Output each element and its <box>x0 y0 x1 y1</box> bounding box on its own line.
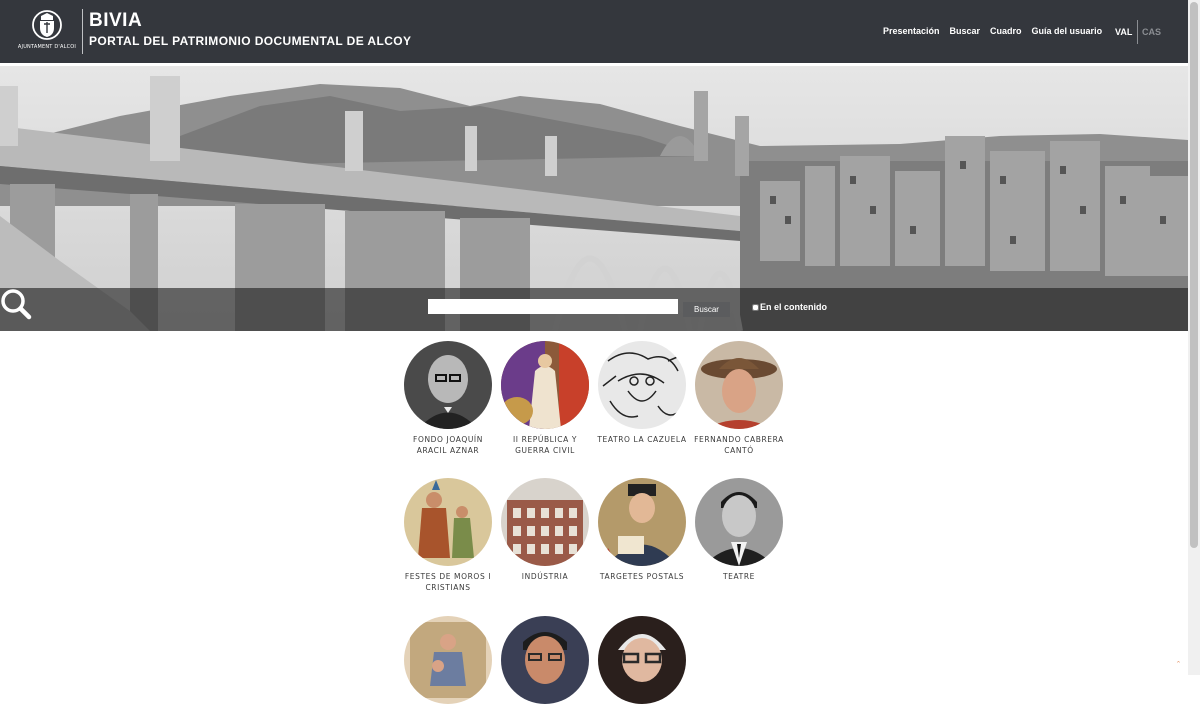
lang-val[interactable]: VAL <box>1115 20 1132 44</box>
main-nav: Presentación Buscar Cuadro Guía del usua… <box>883 26 1102 40</box>
collection-card[interactable]: FONDO JOAQUÍN ARACIL AZNAR <box>398 341 498 456</box>
header-divider <box>82 9 83 54</box>
portrait-man-glasses-icon <box>404 341 492 429</box>
festival-costume-icon <box>404 478 492 566</box>
collection-card[interactable] <box>495 616 595 709</box>
scrollbar-thumb[interactable] <box>1190 2 1198 548</box>
search-button[interactable]: Buscar <box>683 302 730 317</box>
search-input[interactable] <box>428 299 678 314</box>
theatre-drawing-icon <box>598 341 686 429</box>
collection-label: TARGETES POSTALS <box>599 572 685 581</box>
collection-card[interactable]: FESTES DE MOROS I CRISTIANS <box>398 478 498 593</box>
portrait-man-glasses-2-icon <box>501 616 589 704</box>
in-content-checkbox[interactable] <box>752 304 759 311</box>
search-bar: Buscar En el contenido <box>0 288 1188 331</box>
postcard-soldier-icon <box>598 478 686 566</box>
collection-label: INDÚSTRIA <box>521 572 569 581</box>
industrial-building-icon <box>501 478 589 566</box>
site-title[interactable]: BIVIA <box>89 10 142 32</box>
collection-label: FESTES DE MOROS I CRISTIANS <box>404 572 492 592</box>
coat-of-arms-icon <box>32 10 62 40</box>
collection-card[interactable]: INDÚSTRIA <box>495 478 595 582</box>
site-header: AJUNTAMENT D'ALCOI BIVIA PORTAL DEL PATR… <box>0 0 1188 63</box>
portrait-old-man-beard-icon <box>598 616 686 704</box>
republic-allegory-icon <box>501 341 589 429</box>
collections-grid: FONDO JOAQUÍN ARACIL AZNAR II REPÚBLICA … <box>398 341 798 704</box>
back-to-top-icon[interactable]: ˆ <box>1177 660 1180 670</box>
nav-guia-usuario[interactable]: Guía del usuario <box>1032 26 1103 40</box>
collection-label: II REPÚBLICA Y GUERRA CIVIL <box>512 435 578 455</box>
site-subtitle: PORTAL DEL PATRIMONIO DOCUMENTAL DE ALCO… <box>89 34 412 48</box>
collection-card[interactable] <box>398 616 498 709</box>
collection-card[interactable] <box>592 616 692 709</box>
nav-buscar[interactable]: Buscar <box>950 26 981 40</box>
collection-label: TEATRE <box>723 572 755 581</box>
logo-caption: AJUNTAMENT D'ALCOI <box>17 44 77 50</box>
in-content-label: En el contenido <box>760 302 828 312</box>
portrait-man-hat-icon <box>695 341 783 429</box>
collection-card[interactable]: TEATRE <box>689 478 789 582</box>
portrait-man-suit-icon <box>695 478 783 566</box>
nav-cuadro[interactable]: Cuadro <box>990 26 1022 40</box>
search-icon[interactable] <box>0 288 32 320</box>
city-council-logo[interactable]: AJUNTAMENT D'ALCOI <box>16 8 78 54</box>
page-scrollbar[interactable] <box>1188 0 1200 675</box>
lang-divider <box>1137 20 1138 44</box>
collection-label: FERNANDO CABRERA CANTÓ <box>694 435 784 455</box>
collection-card[interactable]: II REPÚBLICA Y GUERRA CIVIL <box>495 341 595 456</box>
painting-figure-icon <box>404 616 492 704</box>
collection-label: FONDO JOAQUÍN ARACIL AZNAR <box>413 435 483 455</box>
nav-presentacion[interactable]: Presentación <box>883 26 940 40</box>
collection-card[interactable]: TARGETES POSTALS <box>592 478 692 582</box>
lang-cas[interactable]: CAS <box>1142 20 1161 44</box>
hero-banner: Buscar En el contenido <box>0 66 1188 331</box>
collection-label: TEATRO LA CAZUELA <box>597 435 687 444</box>
collection-card[interactable]: TEATRO LA CAZUELA <box>592 341 692 445</box>
collection-card[interactable]: FERNANDO CABRERA CANTÓ <box>689 341 789 456</box>
